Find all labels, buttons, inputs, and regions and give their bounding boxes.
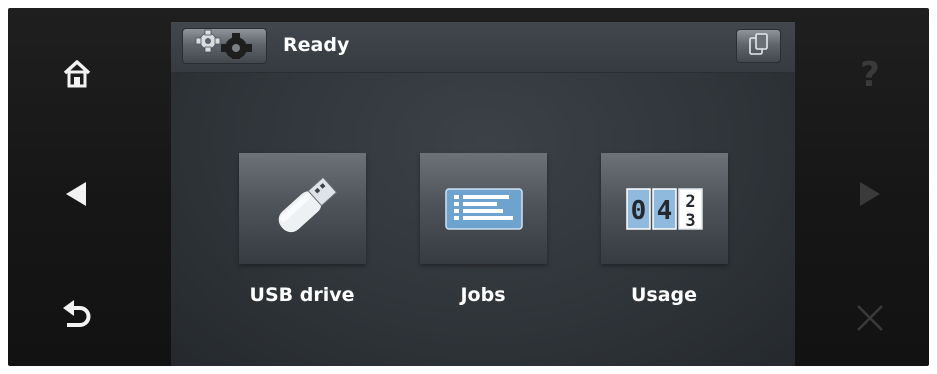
status-text: Ready [283, 34, 350, 56]
close-icon [855, 303, 885, 333]
usage-tile[interactable]: 0 4 2 3 [601, 153, 728, 264]
device-info-button[interactable] [736, 29, 781, 63]
home-icon [61, 59, 93, 89]
back-button[interactable] [55, 296, 99, 336]
usb-drive-icon [239, 153, 366, 264]
status-bar: Ready [171, 22, 795, 73]
settings-gears-icon [190, 29, 260, 64]
jobs-tile[interactable] [420, 153, 547, 264]
right-arrow-icon [858, 181, 882, 207]
counter-digit-3: 2 [685, 192, 695, 212]
counter-digit-2: 4 [656, 196, 672, 226]
usb-drive-label: USB drive [249, 284, 355, 306]
jobs-list-icon [420, 153, 547, 264]
next-button[interactable] [850, 174, 890, 214]
previous-button[interactable] [56, 174, 96, 214]
usage-counter-icon: 0 4 2 3 [601, 153, 728, 264]
device-info-icon [748, 32, 770, 61]
counter-digit-4: 3 [685, 211, 695, 231]
counter-digit-1: 0 [630, 196, 646, 226]
touch-screen: Ready USB drive Jobs 0 4 2 3 Usage [171, 22, 795, 366]
help-icon: ? [860, 55, 880, 95]
cancel-button[interactable] [848, 296, 892, 340]
help-button[interactable]: ? [848, 55, 892, 95]
usage-label: Usage [630, 284, 698, 306]
jobs-label: Jobs [460, 284, 506, 306]
back-return-icon [61, 299, 93, 333]
usb-drive-tile[interactable] [239, 153, 366, 264]
settings-button[interactable] [182, 28, 267, 64]
home-button[interactable] [55, 55, 99, 93]
left-arrow-icon [64, 181, 88, 207]
